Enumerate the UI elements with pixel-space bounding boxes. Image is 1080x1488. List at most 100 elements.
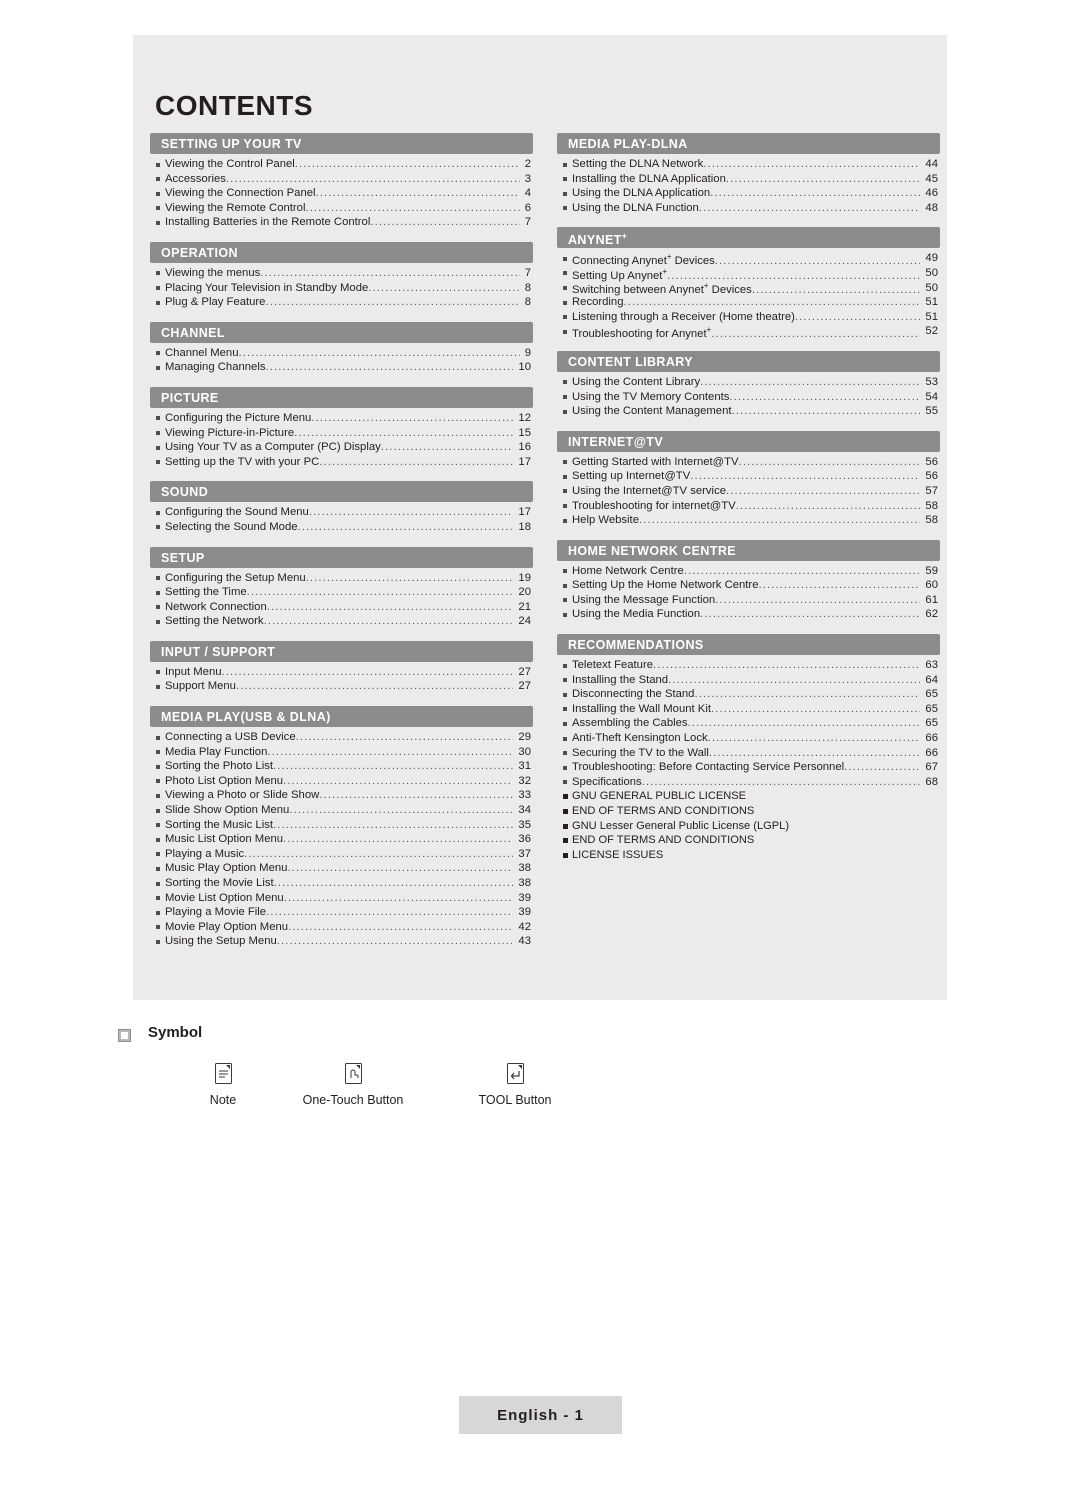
toc-entry[interactable]: Disconnecting the Stand ................… (557, 688, 940, 703)
toc-entry[interactable]: Setting Up Anynet+ .....................… (557, 267, 940, 282)
toc-entry[interactable]: Photo List Option Menu .................… (150, 775, 533, 790)
toc-entry-label: Installing the Wall Mount Kit (572, 702, 711, 715)
toc-entry[interactable]: Installing Batteries in the Remote Contr… (150, 216, 533, 231)
toc-entry[interactable]: Sorting the Music List .................… (150, 819, 533, 834)
toc-entry[interactable]: Configuring the Picture Menu ...........… (150, 412, 533, 427)
toc-entry[interactable]: Setting the Network ....................… (150, 615, 533, 630)
bullet-icon (156, 605, 160, 610)
leader-dots: ........................................… (311, 411, 513, 424)
toc-entry[interactable]: Viewing the Connection Panel ...........… (150, 187, 533, 202)
toc-entry[interactable]: GNU GENERAL PUBLIC LICENSE (557, 790, 940, 805)
toc-entry[interactable]: Input Menu .............................… (150, 666, 533, 681)
toc-entry-label: Disconnecting the Stand (572, 688, 695, 701)
leader-dots: ........................................… (710, 187, 921, 200)
leader-dots: ........................................… (738, 455, 920, 468)
toc-entry[interactable]: Slide Show Option Menu .................… (150, 804, 533, 819)
toc-entry[interactable]: LICENSE ISSUES (557, 849, 940, 864)
leader-dots: ........................................… (708, 746, 920, 759)
toc-entry[interactable]: Plug & Play Feature ....................… (150, 296, 533, 311)
toc-entry[interactable]: Securing the TV to the Wall ............… (557, 747, 940, 762)
toc-entry[interactable]: Configuring the Sound Menu .............… (150, 506, 533, 521)
toc-entry[interactable]: Viewing Picture-in-Picture .............… (150, 427, 533, 442)
toc-entry-label: Configuring the Setup Menu (165, 571, 306, 584)
toc-entry-page: 54 (925, 390, 938, 403)
toc-entry[interactable]: Troubleshooting: Before Contacting Servi… (557, 761, 940, 776)
leader-dots: ........................................… (246, 586, 513, 599)
toc-entry-page: 39 (518, 891, 531, 904)
toc-entry[interactable]: Movie Play Option Menu .................… (150, 921, 533, 936)
toc-entry[interactable]: Sorting the Movie List .................… (150, 877, 533, 892)
leader-dots: ........................................… (267, 745, 514, 758)
toc-entry-page: 65 (925, 688, 938, 701)
toc-entry[interactable]: Using the Content Library ..............… (557, 376, 940, 391)
toc-entry[interactable]: Movie List Option Menu .................… (150, 892, 533, 907)
toc-entry[interactable]: Selecting the Sound Mode ...............… (150, 521, 533, 536)
toc-entry[interactable]: Channel Menu ...........................… (150, 347, 533, 362)
toc-entry[interactable]: Using Your TV as a Computer (PC) Display… (150, 441, 533, 456)
toc-entry[interactable]: Setting the DLNA Network ...............… (557, 158, 940, 173)
toc-entry[interactable]: Media Play Function ....................… (150, 746, 533, 761)
toc-entry[interactable]: Assembling the Cables ..................… (557, 717, 940, 732)
toc-entry[interactable]: Using the DLNA Function ................… (557, 202, 940, 217)
toc-entry[interactable]: END OF TERMS AND CONDITIONS (557, 834, 940, 849)
toc-entry[interactable]: Help Website ...........................… (557, 514, 940, 529)
toc-entry[interactable]: Using the Message Function .............… (557, 594, 940, 609)
toc-entry[interactable]: Placing Your Television in Standby Mode … (150, 282, 533, 297)
toc-entry[interactable]: Getting Started with Internet@TV .......… (557, 456, 940, 471)
toc-entry-list: Input Menu .............................… (150, 662, 533, 695)
toc-entry[interactable]: Music List Option Menu .................… (150, 833, 533, 848)
toc-entry[interactable]: Viewing the Control Panel ..............… (150, 158, 533, 173)
toc-entry[interactable]: Setting Up the Home Network Centre .....… (557, 579, 940, 594)
toc-entry[interactable]: Specifications .........................… (557, 776, 940, 791)
toc-entry[interactable]: Setting the Time .......................… (150, 586, 533, 601)
toc-entry[interactable]: Connecting Anynet+ Devices .............… (557, 252, 940, 267)
toc-entry[interactable]: Setting up Internet@TV .................… (557, 470, 940, 485)
toc-entry[interactable]: Using the Media Function ...............… (557, 608, 940, 623)
bullet-icon (563, 206, 567, 211)
toc-entry[interactable]: Network Connection .....................… (150, 601, 533, 616)
toc-entry[interactable]: Using the Content Management ...........… (557, 405, 940, 420)
toc-entry[interactable]: Connecting a USB Device ................… (150, 731, 533, 746)
toc-entry[interactable]: Listening through a Receiver (Home theat… (557, 311, 940, 326)
toc-entry[interactable]: Installing the DLNA Application ........… (557, 173, 940, 188)
bullet-icon (563, 780, 567, 785)
toc-entry-label: Connecting Anynet+ Devices (572, 252, 715, 267)
toc-entry[interactable]: Viewing the menus ......................… (150, 267, 533, 282)
symbol-item-note: Note (178, 1058, 268, 1107)
toc-entry-label: Slide Show Option Menu (165, 804, 290, 817)
toc-entry[interactable]: Accessories ............................… (150, 173, 533, 188)
toc-entry-label: Viewing the Remote Control (165, 201, 306, 214)
toc-entry[interactable]: Using the TV Memory Contents ...........… (557, 391, 940, 406)
toc-entry[interactable]: Switching between Anynet+ Devices ......… (557, 282, 940, 296)
toc-entry[interactable]: END OF TERMS AND CONDITIONS (557, 805, 940, 820)
toc-entry[interactable]: Viewing a Photo or Slide Show ..........… (150, 789, 533, 804)
leader-dots: ........................................… (715, 593, 920, 606)
section-heading-label: SETUP (161, 550, 205, 565)
toc-entry[interactable]: GNU Lesser General Public License (LGPL) (557, 820, 940, 835)
toc-entry[interactable]: Setting up the TV with your PC .........… (150, 456, 533, 471)
toc-entry[interactable]: Home Network Centre ....................… (557, 565, 940, 580)
toc-entry[interactable]: Managing Channels ......................… (150, 361, 533, 376)
toc-entry[interactable]: Viewing the Remote Control .............… (150, 202, 533, 217)
toc-entry-label: Using the Content Library (572, 375, 701, 388)
bullet-icon (563, 678, 567, 683)
toc-entry[interactable]: Music Play Option Menu .................… (150, 862, 533, 877)
toc-entry[interactable]: Playing a Music ........................… (150, 848, 533, 863)
toc-entry[interactable]: Playing a Movie File ...................… (150, 906, 533, 921)
toc-entry[interactable]: Teletext Feature .......................… (557, 659, 940, 674)
toc-entry[interactable]: Troubleshooting for internet@TV ........… (557, 500, 940, 515)
toc-entry[interactable]: Installing the Stand ...................… (557, 674, 940, 689)
bullet-icon (563, 162, 567, 167)
toc-entry[interactable]: Configuring the Setup Menu .............… (150, 572, 533, 587)
toc-entry[interactable]: Support Menu ...........................… (150, 680, 533, 695)
toc-entry[interactable]: Anti-Theft Kensington Lock .............… (557, 732, 940, 747)
toc-entry[interactable]: Recording ..............................… (557, 296, 940, 311)
toc-entry[interactable]: Troubleshooting for Anynet+ ............… (557, 325, 940, 340)
toc-entry-label: Viewing the Connection Panel (165, 187, 316, 200)
toc-entry[interactable]: Using the Internet@TV service ..........… (557, 485, 940, 500)
toc-entry[interactable]: Using the DLNA Application .............… (557, 187, 940, 202)
toc-entry[interactable]: Installing the Wall Mount Kit ..........… (557, 703, 940, 718)
toc-entry[interactable]: Sorting the Photo List .................… (150, 760, 533, 775)
toc-entry[interactable]: Using the Setup Menu ...................… (150, 935, 533, 950)
symbol-label-tool: TOOL Button (478, 1093, 552, 1107)
